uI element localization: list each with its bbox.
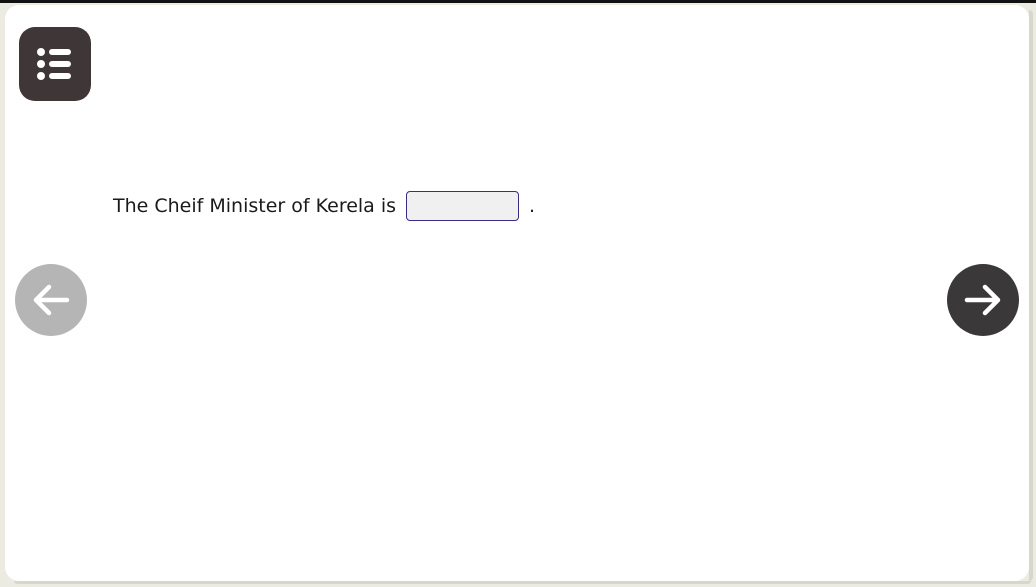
menu-button[interactable] [19, 27, 91, 101]
next-button[interactable] [947, 264, 1019, 336]
question-suffix-text: . [529, 195, 536, 217]
question-prefix-text: The Cheif Minister of Kerela is [113, 195, 397, 217]
fill-in-blank-question: The Cheif Minister of Kerela is . [113, 188, 535, 224]
question-card [5, 5, 1029, 581]
answer-input[interactable] [406, 191, 520, 221]
previous-button[interactable] [15, 264, 87, 336]
top-border [0, 0, 1036, 3]
arrow-right-icon [964, 284, 1001, 316]
list-icon [37, 48, 71, 80]
card-shadow-bottom [14, 581, 1031, 584]
card-shadow-right [1029, 10, 1033, 581]
arrow-left-icon [33, 284, 70, 316]
